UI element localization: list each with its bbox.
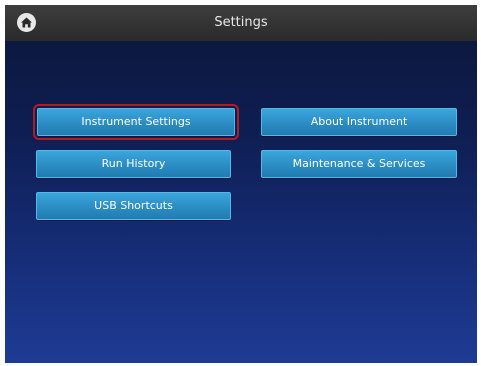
maintenance-services-button[interactable]: Maintenance & Services [261, 150, 457, 178]
home-button[interactable] [17, 13, 36, 32]
title-bar: Settings [5, 5, 477, 41]
page-title: Settings [214, 15, 268, 30]
usb-shortcuts-button[interactable]: USB Shortcuts [36, 192, 231, 220]
settings-screen: Settings Instrument Settings About Instr… [5, 5, 477, 363]
instrument-settings-button[interactable]: Instrument Settings [33, 104, 239, 140]
about-instrument-button[interactable]: About Instrument [261, 108, 457, 136]
run-history-button[interactable]: Run History [36, 150, 231, 178]
home-icon [21, 17, 32, 28]
